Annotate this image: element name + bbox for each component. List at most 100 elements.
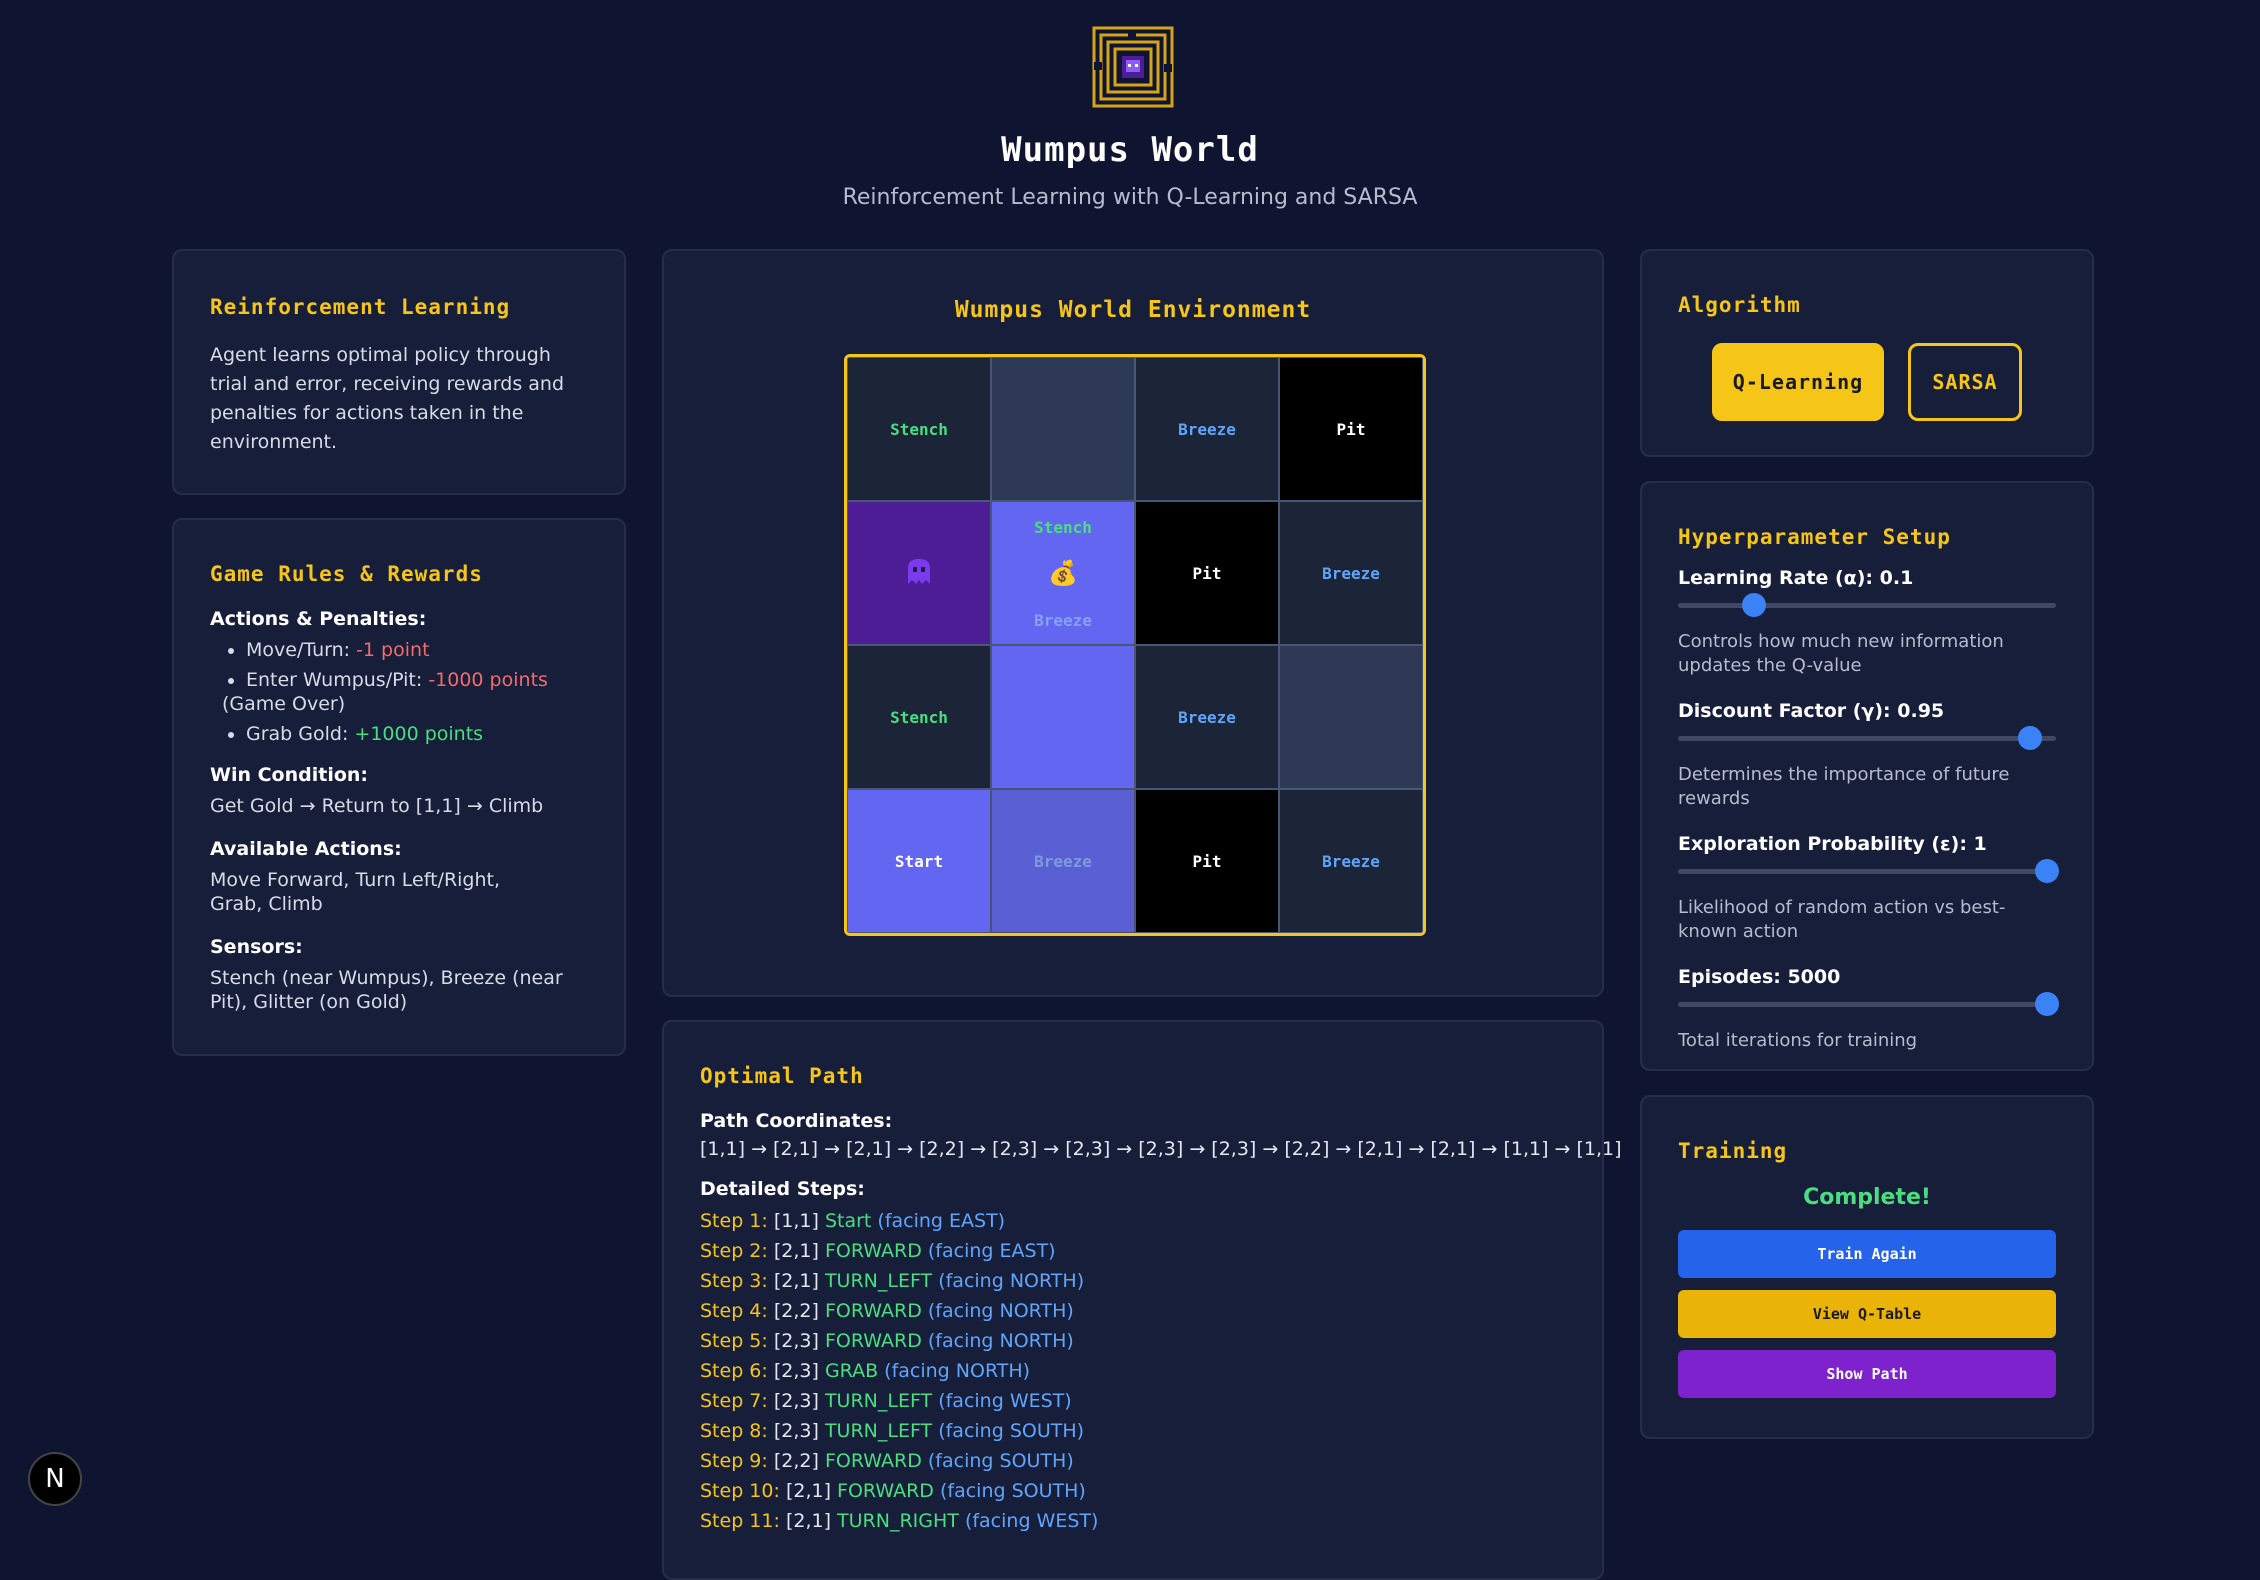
breeze-label: Breeze	[1178, 707, 1236, 727]
step-number: Step 2:	[700, 1240, 768, 1262]
episodes-slider[interactable]	[1678, 992, 2059, 1016]
grid-cell	[1279, 645, 1423, 789]
exploration-label: Exploration Probability (ε): 1	[1678, 833, 1987, 855]
next-dev-badge[interactable]: N	[28, 1452, 82, 1506]
q-learning-button[interactable]: Q-Learning	[1712, 343, 1884, 421]
list-item: Step 4: [2,2] FORWARD (facing NORTH)	[700, 1296, 1566, 1326]
step-direction: (facing SOUTH)	[927, 1450, 1074, 1472]
step-direction: (facing EAST)	[927, 1240, 1056, 1262]
algorithm-card: Algorithm Q-Learning SARSA	[1640, 249, 2094, 457]
step-action: GRAB	[824, 1360, 879, 1382]
wumpus-icon	[904, 556, 934, 590]
page-title: Wumpus World	[1001, 130, 1259, 170]
list-item: Step 8: [2,3] TURN_LEFT (facing SOUTH)	[700, 1416, 1566, 1446]
slider-thumb[interactable]	[2034, 859, 2059, 883]
actions-heading: Actions & Penalties:	[210, 608, 427, 630]
rl-card-title: Reinforcement Learning	[210, 295, 511, 319]
training-card: Training Complete! Train Again View Q-Ta…	[1640, 1095, 2094, 1439]
training-status: Complete!	[1803, 1185, 1931, 1210]
steps-list: Step 1: [1,1] Start (facing EAST) Step 2…	[700, 1206, 1566, 1536]
step-position: [2,1]	[785, 1510, 831, 1532]
rule-label: Move/Turn:	[246, 639, 357, 661]
stench-label: Stench	[890, 419, 948, 439]
rl-card-text: Agent learns optimal policy through tria…	[210, 344, 565, 453]
list-item: Move/Turn: -1 point	[246, 638, 588, 662]
step-number: Step 1:	[700, 1210, 768, 1232]
grid-cell	[847, 501, 991, 645]
grid-cell: Breeze	[1279, 789, 1423, 933]
step-direction: (facing SOUTH)	[938, 1420, 1085, 1442]
breeze-label: Breeze	[1322, 851, 1380, 871]
grid-cell	[991, 645, 1135, 789]
step-position: [2,1]	[785, 1480, 831, 1502]
rule-value: +1000 points	[354, 723, 484, 745]
gold-icon: 💰	[1048, 559, 1078, 587]
show-path-button[interactable]: Show Path	[1678, 1350, 2056, 1398]
step-number: Step 9:	[700, 1450, 768, 1472]
slider-thumb[interactable]	[2034, 992, 2059, 1016]
pit-label: Pit	[1192, 851, 1222, 871]
exploration-slider[interactable]	[1678, 859, 2059, 883]
discount-factor-desc: Determines the importance of future rewa…	[1678, 764, 2010, 809]
list-item: Enter Wumpus/Pit: -1000 points (Game Over…	[222, 668, 588, 716]
step-number: Step 11:	[700, 1510, 780, 1532]
discount-factor-label: Discount Factor (γ): 0.95	[1678, 700, 1945, 722]
step-position: [2,3]	[773, 1390, 819, 1412]
available-actions-text: Move Forward, Turn Left/Right, Grab, Cli…	[210, 869, 501, 915]
grid-cell: Breeze	[1135, 357, 1279, 501]
algorithm-title: Algorithm	[1678, 293, 1801, 317]
list-item: Step 7: [2,3] TURN_LEFT (facing WEST)	[700, 1386, 1566, 1416]
step-direction: (facing NORTH)	[884, 1360, 1031, 1382]
training-title: Training	[1678, 1139, 1788, 1163]
list-item: Step 6: [2,3] GRAB (facing NORTH)	[700, 1356, 1566, 1386]
grid-cell: Pit	[1279, 357, 1423, 501]
grid-cell: Breeze	[1135, 645, 1279, 789]
pit-label: Pit	[1336, 419, 1366, 439]
grid-cell: Breeze	[991, 789, 1135, 933]
grid-cell: Stench	[847, 645, 991, 789]
step-number: Step 5:	[700, 1330, 768, 1352]
step-action: TURN_LEFT	[824, 1390, 933, 1412]
slider-thumb[interactable]	[2018, 726, 2043, 750]
train-again-button[interactable]: Train Again	[1678, 1230, 2056, 1278]
grid-cell: Pit	[1135, 501, 1279, 645]
learning-rate-slider[interactable]	[1678, 593, 2056, 617]
sensors-heading: Sensors:	[210, 936, 303, 958]
win-heading: Win Condition:	[210, 764, 369, 786]
episodes-desc: Total iterations for training	[1678, 1030, 1918, 1051]
learning-rate-label: Learning Rate (α): 0.1	[1678, 567, 1914, 589]
rule-extra: (Game Over)	[222, 693, 346, 715]
step-action: TURN_LEFT	[824, 1420, 933, 1442]
view-q-table-button[interactable]: View Q-Table	[1678, 1290, 2056, 1338]
environment-title: Wumpus World Environment	[954, 297, 1312, 323]
wumpus-grid: Stench Breeze Pit Stench 💰 Breeze Pit Br…	[844, 354, 1426, 936]
exploration-desc: Likelihood of random action vs best-know…	[1678, 897, 2006, 942]
step-action: FORWARD	[824, 1240, 922, 1262]
discount-factor-slider[interactable]	[1678, 726, 2056, 750]
slider-thumb[interactable]	[1741, 593, 1766, 617]
rule-label: Grab Gold:	[246, 723, 355, 745]
path-card-title: Optimal Path	[700, 1064, 864, 1088]
available-actions-heading: Available Actions:	[210, 838, 402, 860]
list-item: Step 5: [2,3] FORWARD (facing NORTH)	[700, 1326, 1566, 1356]
grid-cell: Stench	[847, 357, 991, 501]
sensors-text: Stench (near Wumpus), Breeze (near Pit),…	[210, 967, 563, 1013]
step-position: [1,1]	[773, 1210, 819, 1232]
rules-card-title: Game Rules & Rewards	[210, 562, 483, 586]
step-position: [2,1]	[773, 1240, 819, 1262]
step-direction: (facing NORTH)	[927, 1300, 1074, 1322]
step-direction: (facing EAST)	[877, 1210, 1006, 1232]
learning-rate-desc: Controls how much new information update…	[1678, 631, 2004, 676]
breeze-label: Breeze	[1322, 563, 1380, 583]
sarsa-button[interactable]: SARSA	[1908, 343, 2022, 421]
step-action: FORWARD	[824, 1330, 922, 1352]
grid-cell: Start	[847, 789, 991, 933]
grid-cell: Stench 💰 Breeze	[991, 501, 1135, 645]
breeze-label: Breeze	[1178, 419, 1236, 439]
grid-cell: Pit	[1135, 789, 1279, 933]
step-number: Step 10:	[700, 1480, 780, 1502]
list-item: Step 10: [2,1] FORWARD (facing SOUTH)	[700, 1476, 1566, 1506]
step-action: TURN_RIGHT	[837, 1510, 959, 1532]
maze-logo-icon	[1092, 26, 1174, 108]
game-rules-card: Game Rules & Rewards Actions & Penalties…	[172, 518, 626, 1056]
